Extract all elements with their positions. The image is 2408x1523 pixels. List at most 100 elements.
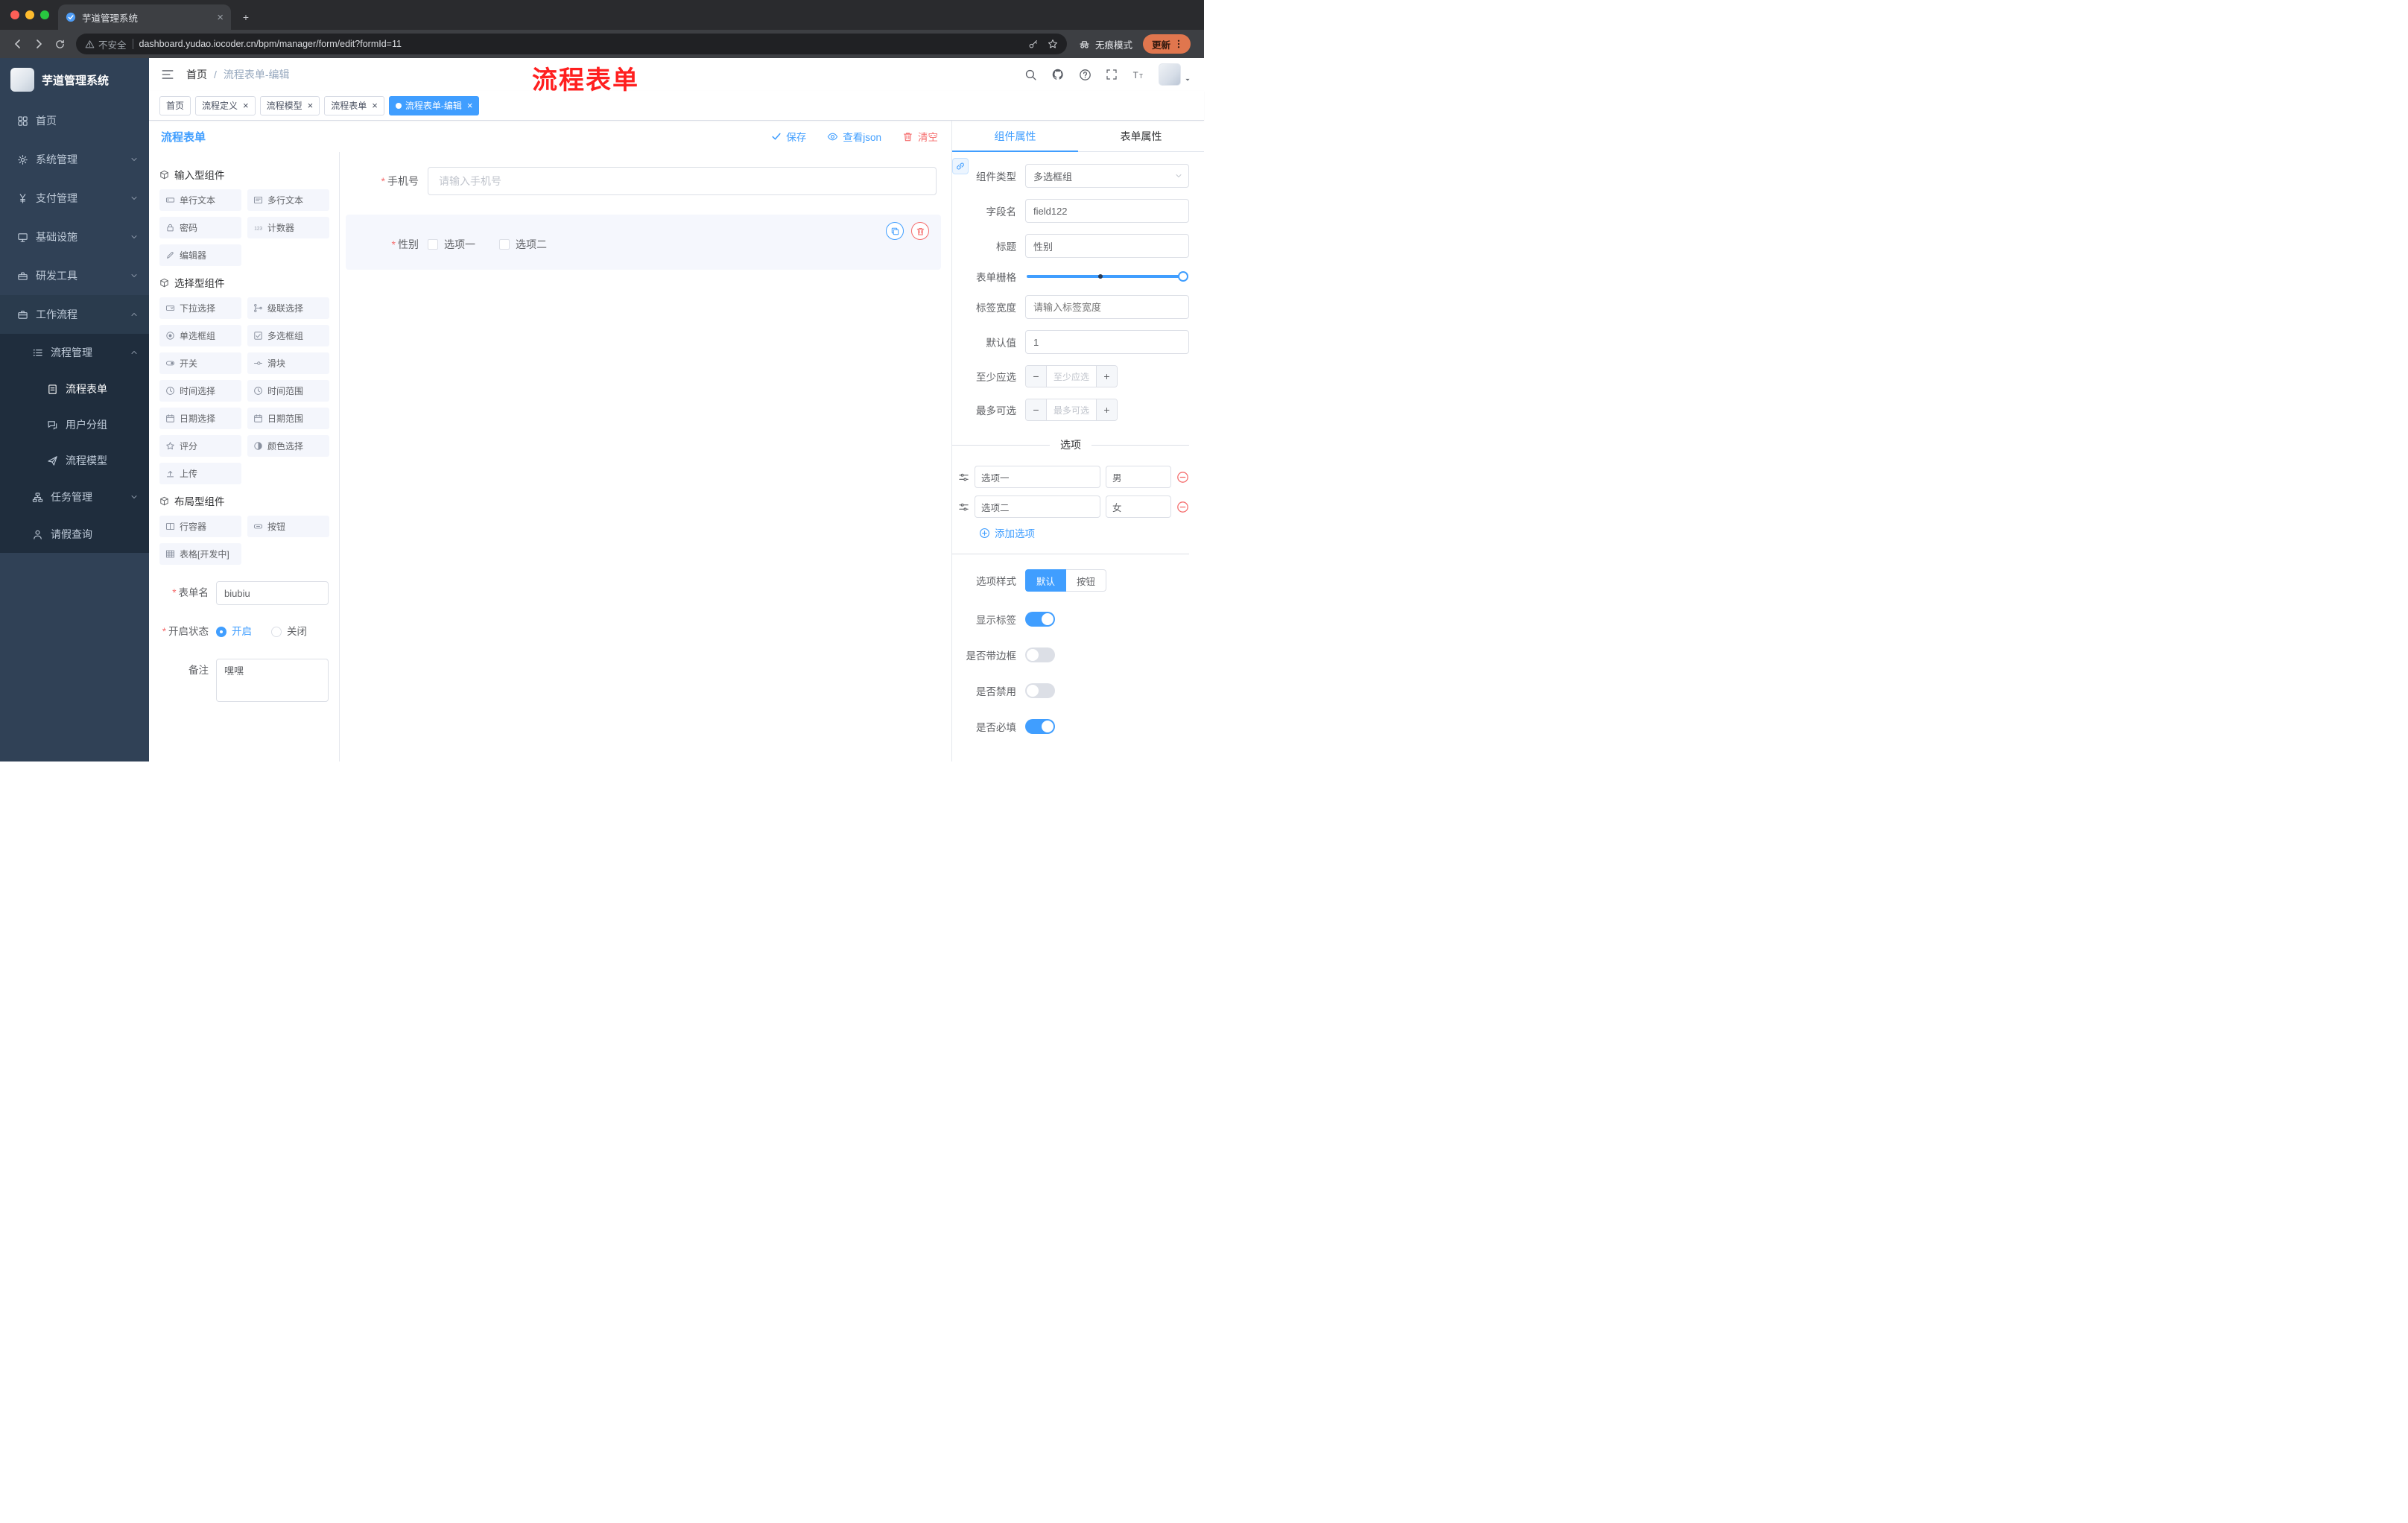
option-value-input[interactable]: [1106, 495, 1171, 518]
update-button[interactable]: 更新: [1142, 34, 1191, 54]
menu-dots-icon[interactable]: [1173, 39, 1184, 49]
delete-field-button[interactable]: [911, 222, 929, 240]
save-button[interactable]: 保存: [771, 129, 806, 144]
component-item[interactable]: 单选框组: [159, 325, 241, 346]
reload-icon[interactable]: [49, 34, 70, 54]
decrease-button[interactable]: −: [1026, 366, 1047, 387]
sidebar-item-8[interactable]: 流程表单: [0, 371, 149, 407]
component-item[interactable]: 表格[开发中]: [159, 543, 241, 565]
drag-handle-icon[interactable]: [958, 472, 969, 483]
help-icon[interactable]: [1079, 69, 1091, 81]
address-bar[interactable]: 不安全 dashboard.yudao.iocoder.cn/bpm/manag…: [76, 34, 1067, 54]
sidebar-item-3[interactable]: 支付管理: [0, 179, 149, 218]
sidebar-item-4[interactable]: 基础设施: [0, 218, 149, 256]
key-icon[interactable]: [1028, 39, 1039, 49]
increase-button[interactable]: +: [1096, 399, 1117, 420]
checkbox-box-icon[interactable]: [499, 239, 510, 250]
sidebar-item-2[interactable]: 系统管理: [0, 140, 149, 179]
canvas-field-phone[interactable]: * 手机号: [346, 164, 941, 198]
component-item[interactable]: 时间选择: [159, 380, 241, 402]
checkbox-box-icon[interactable]: [428, 239, 438, 250]
new-tab-button[interactable]: +: [235, 7, 256, 28]
remove-option-icon[interactable]: [1176, 501, 1189, 513]
sidebar-item-6[interactable]: 工作流程: [0, 295, 149, 334]
component-item[interactable]: 上传: [159, 463, 241, 484]
tag-close-icon[interactable]: ×: [308, 101, 314, 110]
remove-option-icon[interactable]: [1176, 471, 1189, 484]
tab-component-props[interactable]: 组件属性: [952, 121, 1078, 152]
toggle-switch[interactable]: [1025, 719, 1055, 734]
component-item[interactable]: 日期范围: [247, 408, 329, 429]
sidebar-item-5[interactable]: 研发工具: [0, 256, 149, 295]
tab-form-props[interactable]: 表单属性: [1078, 121, 1204, 151]
tag-5[interactable]: 流程表单-编辑 ×: [388, 95, 480, 115]
hamburger-icon[interactable]: [161, 68, 174, 81]
component-item[interactable]: 滑块: [247, 352, 329, 374]
increase-button[interactable]: +: [1096, 366, 1117, 387]
grid-slider[interactable]: [1027, 271, 1188, 282]
title-input[interactable]: [1025, 234, 1189, 258]
font-size-icon[interactable]: TT: [1132, 69, 1144, 81]
status-radio-2[interactable]: 关闭: [271, 620, 307, 644]
component-item[interactable]: 编辑器: [159, 244, 241, 266]
component-item[interactable]: 日期选择: [159, 408, 241, 429]
sidebar-item-9[interactable]: 用户分组: [0, 407, 149, 443]
decrease-button[interactable]: −: [1026, 399, 1047, 420]
tab-close-icon[interactable]: ×: [217, 12, 224, 23]
component-item[interactable]: 级联选择: [247, 297, 329, 319]
toggle-switch[interactable]: [1025, 647, 1055, 662]
component-item[interactable]: 多行文本: [247, 189, 329, 211]
tag-close-icon[interactable]: ×: [372, 101, 378, 110]
toggle-switch[interactable]: [1025, 683, 1055, 698]
sidebar-item-11[interactable]: 任务管理: [0, 478, 149, 516]
component-type-value[interactable]: [1025, 164, 1189, 188]
component-item[interactable]: 下拉选择: [159, 297, 241, 319]
tag-4[interactable]: 流程表单 ×: [324, 95, 384, 115]
component-item[interactable]: 开关: [159, 352, 241, 374]
gender-option-2[interactable]: 选项二: [499, 237, 547, 252]
breadcrumb-home[interactable]: 首页: [186, 67, 207, 82]
canvas-field-gender-selected[interactable]: * 性别 选项一 选项二: [346, 215, 941, 270]
github-icon[interactable]: [1051, 68, 1065, 81]
tag-close-icon[interactable]: ×: [467, 101, 473, 110]
sidebar-logo-row[interactable]: 芋道管理系统: [0, 58, 149, 101]
option-label-input[interactable]: [975, 495, 1100, 518]
form-remark-textarea[interactable]: 嘿嘿: [216, 659, 329, 702]
form-name-input[interactable]: [216, 581, 329, 605]
search-icon[interactable]: [1024, 69, 1037, 81]
maximize-window-button[interactable]: [40, 10, 49, 19]
component-item[interactable]: 密码: [159, 217, 241, 238]
component-item[interactable]: 颜色选择: [247, 435, 329, 457]
gender-option-1[interactable]: 选项一: [428, 237, 475, 252]
component-item[interactable]: 123 计数器: [247, 217, 329, 238]
sidebar-item-12[interactable]: 请假查询: [0, 516, 149, 553]
forward-icon[interactable]: [28, 34, 49, 54]
form-canvas[interactable]: *手机号 *性别 选项一 选项二: [340, 152, 951, 762]
add-option-button[interactable]: 添加选项: [979, 525, 1189, 540]
sidebar-item-7[interactable]: 流程管理: [0, 334, 149, 371]
link-icon[interactable]: [952, 158, 969, 174]
bookmark-star-icon[interactable]: [1048, 39, 1058, 49]
status-radio-1[interactable]: 开启: [216, 620, 252, 644]
tag-2[interactable]: 流程定义 ×: [195, 95, 256, 115]
minimize-window-button[interactable]: [25, 10, 34, 19]
back-icon[interactable]: [7, 34, 28, 54]
tag-3[interactable]: 流程模型 ×: [259, 95, 320, 115]
field-name-input[interactable]: [1025, 199, 1189, 223]
close-window-button[interactable]: [10, 10, 19, 19]
sidebar-item-10[interactable]: 流程模型: [0, 443, 149, 478]
style-button-button[interactable]: 按钮: [1066, 569, 1107, 592]
option-label-input[interactable]: [975, 466, 1100, 488]
component-item[interactable]: 按钮: [247, 516, 329, 537]
tag-close-icon[interactable]: ×: [243, 101, 249, 110]
sidebar-item-1[interactable]: 首页: [0, 101, 149, 140]
component-item[interactable]: 评分: [159, 435, 241, 457]
component-item[interactable]: 多选框组: [247, 325, 329, 346]
component-type-select[interactable]: [1025, 164, 1189, 188]
view-json-button[interactable]: 查看json: [827, 129, 881, 144]
option-value-input[interactable]: [1106, 466, 1171, 488]
user-avatar[interactable]: [1159, 63, 1192, 86]
slider-handle[interactable]: [1178, 271, 1188, 282]
phone-input[interactable]: [428, 167, 937, 195]
fullscreen-icon[interactable]: [1106, 69, 1118, 80]
